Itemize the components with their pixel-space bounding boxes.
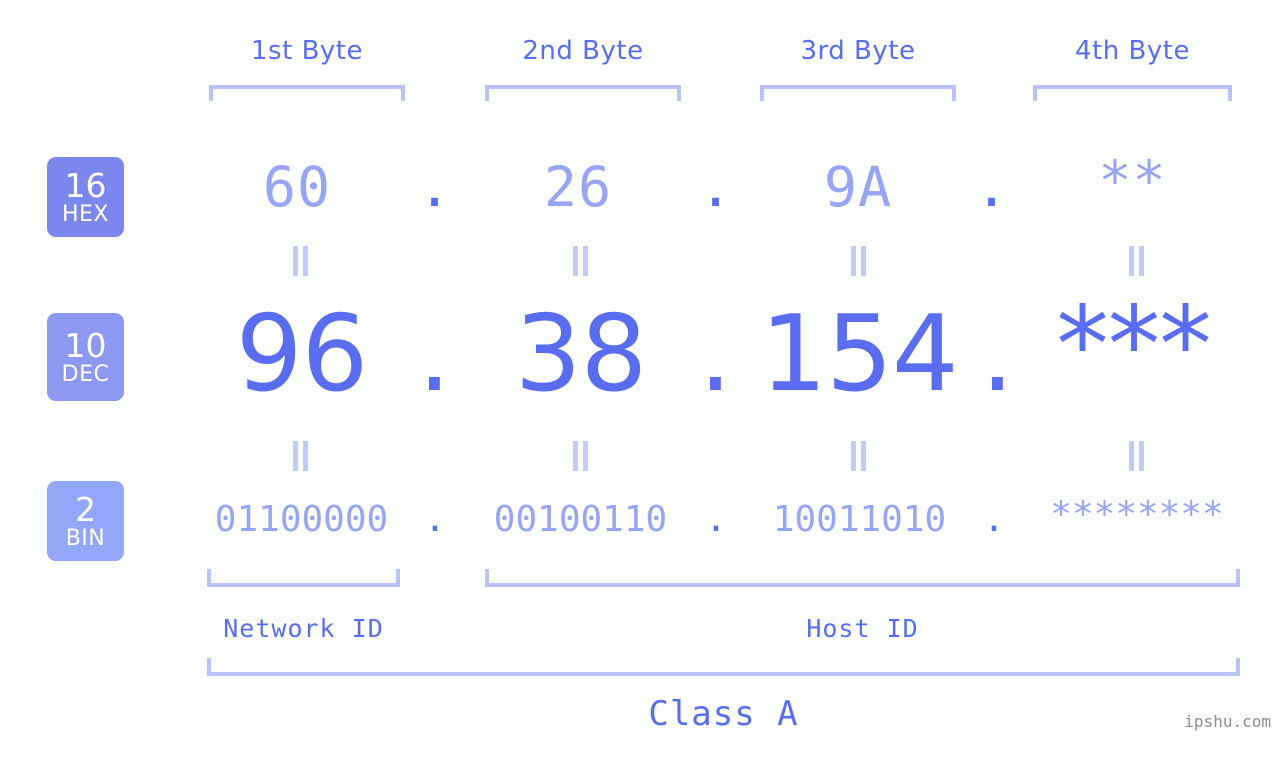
- hex-separator-1: .: [417, 155, 453, 219]
- byte-bracket-2: [485, 85, 681, 101]
- byte-bracket-4: [1033, 85, 1232, 101]
- equals-mark-dec-bin-3: [850, 441, 867, 471]
- equals-mark-dec-bin-2: [572, 441, 589, 471]
- hex-byte-3: 9A: [823, 155, 893, 219]
- equals-mark-hex-dec-2: [572, 246, 589, 276]
- dec-byte-3: 154: [760, 293, 958, 415]
- equals-mark-hex-dec-3: [850, 246, 867, 276]
- byte-header-4: 4th Byte: [1075, 36, 1190, 66]
- byte-header-1: 1st Byte: [251, 36, 363, 66]
- dec-byte-4: ***: [1056, 284, 1212, 406]
- byte-bracket-1: [209, 85, 405, 101]
- base-name-bin: BIN: [65, 525, 106, 551]
- host-id-bracket: [485, 569, 1240, 587]
- byte-bracket-3: [760, 85, 956, 101]
- bin-byte-1: 01100000: [214, 499, 389, 540]
- hex-separator-3: .: [974, 155, 1010, 219]
- byte-header-2: 2nd Byte: [522, 36, 644, 66]
- equals-mark-hex-dec-4: [1128, 246, 1145, 276]
- bin-byte-4: ********: [1050, 494, 1224, 535]
- equals-mark-dec-bin-4: [1128, 441, 1145, 471]
- dec-byte-2: 38: [514, 293, 648, 415]
- equals-mark-hex-dec-1: [292, 246, 309, 276]
- base-number-bin: 2: [75, 489, 96, 529]
- byte-header-3: 3rd Byte: [800, 36, 916, 66]
- site-watermark: ipshu.com: [1184, 712, 1271, 731]
- base-name-hex: HEX: [61, 201, 109, 227]
- address-class-label: Class A: [648, 694, 799, 734]
- bin-separator-3: .: [983, 499, 1005, 540]
- hex-separator-2: .: [698, 155, 734, 219]
- bin-separator-1: .: [424, 499, 446, 540]
- hex-byte-4: **: [1098, 149, 1167, 213]
- equals-mark-dec-bin-1: [292, 441, 309, 471]
- dec-separator-2: .: [698, 293, 732, 415]
- host-id-label: Host ID: [806, 614, 919, 643]
- hex-byte-2: 26: [543, 155, 613, 219]
- base-badge-hex: 16 HEX: [47, 157, 124, 237]
- ip-address-diagram: 1st Byte 2nd Byte 3rd Byte 4th Byte 16 H…: [0, 0, 1285, 767]
- network-id-bracket: [207, 569, 400, 587]
- base-badge-bin: 2 BIN: [47, 481, 124, 561]
- bin-separator-2: .: [705, 499, 727, 540]
- base-number-hex: 16: [64, 165, 107, 205]
- bin-byte-2: 00100110: [493, 499, 668, 540]
- base-badge-dec: 10 DEC: [47, 313, 124, 401]
- dec-separator-1: .: [417, 293, 451, 415]
- base-name-dec: DEC: [61, 361, 110, 387]
- network-id-label: Network ID: [223, 614, 384, 643]
- base-number-dec: 10: [64, 325, 107, 365]
- dec-byte-1: 96: [235, 293, 369, 415]
- address-class-bracket: [207, 658, 1240, 676]
- dec-separator-3: .: [980, 293, 1014, 415]
- hex-byte-1: 60: [262, 155, 332, 219]
- bin-byte-3: 10011010: [772, 499, 947, 540]
